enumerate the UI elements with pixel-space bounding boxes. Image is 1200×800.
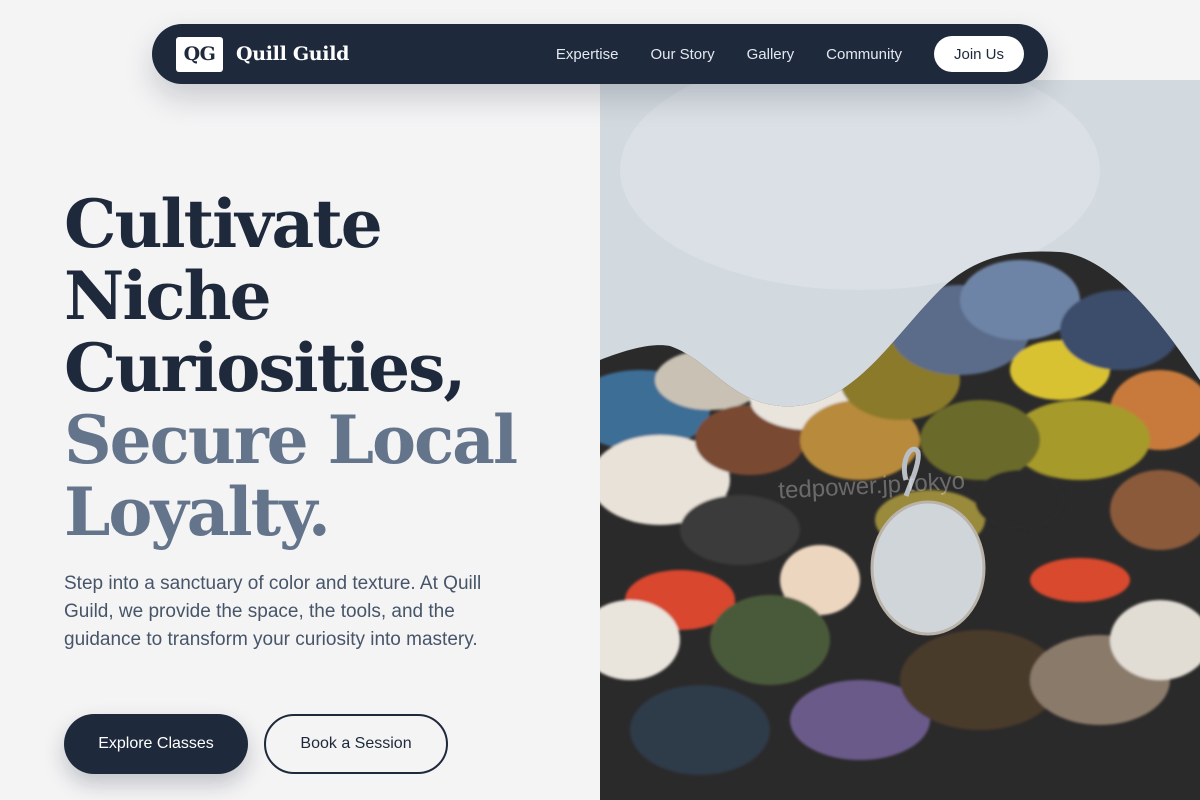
brand-name[interactable]: Quill Guild [236,43,349,65]
headline-line-3: Curiosities, [64,329,466,407]
hero-headline: Cultivate Niche Curiosities, Secure Loca… [64,185,518,551]
nav-link-community[interactable]: Community [826,46,902,63]
hero-description: Step into a sanctuary of color and textu… [64,573,482,650]
nav-link-expertise[interactable]: Expertise [556,46,619,63]
hero-palette-image: tedpower.jp tokyo [600,80,1200,800]
book-session-button[interactable]: Book a Session [264,714,448,774]
top-navbar: QG Quill Guild Expertise Our Story Galle… [152,24,1048,84]
explore-classes-button[interactable]: Explore Classes [64,714,248,774]
nav-link-gallery[interactable]: Gallery [747,46,795,63]
headline-line-5: Loyalty. [64,473,331,551]
headline-line-4: Secure Local [64,401,518,479]
headline-line-2: Niche [64,257,272,335]
logo-mark[interactable]: QG [176,36,223,72]
headline-line-1: Cultivate [64,185,383,263]
join-us-button[interactable]: Join Us [934,36,1024,72]
palette-illustration: tedpower.jp tokyo [600,80,1200,800]
nav-link-our-story[interactable]: Our Story [650,46,714,63]
nav-links: Expertise Our Story Gallery Community Jo… [556,36,1024,72]
